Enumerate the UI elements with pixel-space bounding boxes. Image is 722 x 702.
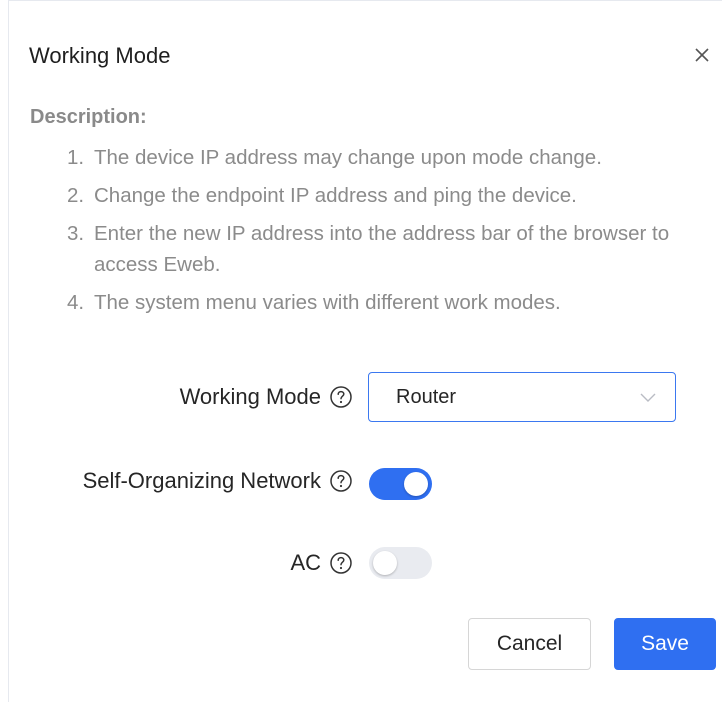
ac-label-text: AC: [290, 550, 321, 575]
item-text: The system menu varies with different wo…: [94, 291, 561, 314]
ac-label: AC: [290, 550, 353, 576]
dialog-top-border: [8, 0, 722, 1]
save-button[interactable]: Save: [614, 618, 716, 670]
self-organizing-label-text: Self-Organizing Network: [82, 468, 321, 493]
self-organizing-label: Self-Organizing Network: [83, 468, 353, 494]
ac-toggle[interactable]: [369, 547, 432, 579]
question-circle-icon[interactable]: [329, 551, 353, 575]
item-number: 2.: [67, 184, 85, 207]
description-item: 2. Change the endpoint IP address and pin…: [67, 180, 707, 211]
working-mode-label: Working Mode: [180, 384, 353, 410]
description-item: 1. The device IP address may change upon …: [67, 142, 707, 173]
working-mode-select[interactable]: Router: [368, 372, 676, 422]
working-mode-value: Router: [396, 385, 457, 408]
item-text: Change the endpoint IP address and ping …: [94, 184, 577, 207]
toggle-knob: [373, 551, 397, 575]
close-button[interactable]: [689, 42, 715, 68]
question-circle-icon[interactable]: [329, 385, 353, 409]
dialog-title: Working Mode: [29, 43, 171, 68]
description-heading: Description:: [30, 106, 147, 128]
description-item: 4. The system menu varies with different …: [67, 287, 707, 318]
item-number: 4.: [67, 291, 85, 314]
question-circle-icon[interactable]: [329, 469, 353, 493]
close-icon: [695, 48, 709, 62]
description-item: 3. Enter the new IP address into the addr…: [67, 218, 707, 280]
cancel-button[interactable]: Cancel: [468, 618, 591, 670]
item-number: 1.: [67, 146, 85, 169]
working-mode-label-text: Working Mode: [179, 384, 321, 409]
toggle-knob: [404, 472, 428, 496]
dialog-left-border: [8, 0, 9, 702]
self-organizing-toggle[interactable]: [369, 468, 432, 500]
item-number: 3.: [67, 222, 85, 245]
item-text: The device IP address may change upon mo…: [94, 146, 602, 169]
description-list: 1. The device IP address may change upon …: [67, 142, 707, 325]
chevron-down-icon: [640, 393, 656, 402]
item-text: Enter the new IP address into the addres…: [94, 222, 670, 276]
